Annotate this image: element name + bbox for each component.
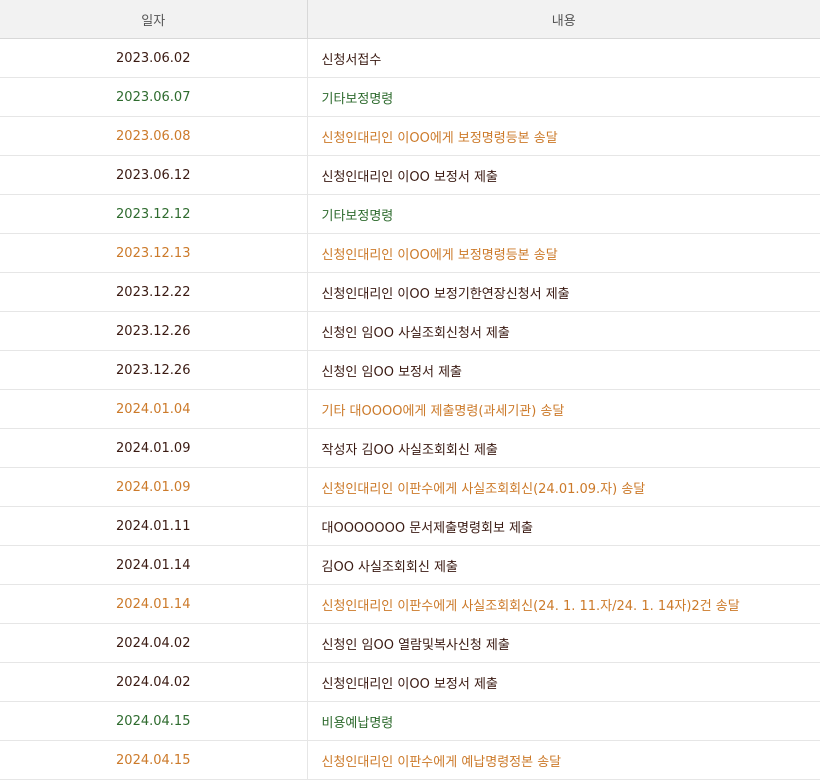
row-date: 2023.12.12 [0,194,308,234]
row-content: 신청인대리인 이판수에게 예납명령정본 송달 [307,740,820,780]
row-date: 2023.06.08 [0,116,308,156]
row-content: 신청인대리인 이OO 보정기한연장신청서 제출 [307,272,820,312]
table-row: 2024.01.11 대OOOOOOO 문서제출명령회보 제출 [0,506,820,546]
row-content: 신청인대리인 이OO에게 보정명령등본 송달 [307,116,820,156]
row-date: 2023.06.02 [0,38,308,78]
date-column-header: 일자 [0,0,307,39]
table-row: 2024.01.04 기타 대OOOO에게 제출명령(과세기관) 송달 [0,389,820,429]
row-date: 2024.01.14 [0,584,308,624]
row-content: 신청인 임OO 사실조회신청서 제출 [307,311,820,351]
row-content: 신청인대리인 이판수에게 사실조회회신(24.01.09.자) 송달 [307,467,820,507]
row-date: 2023.12.22 [0,272,308,312]
table-row: 2023.06.12 신청인대리인 이OO 보정서 제출 [0,155,820,195]
table-row: 2023.12.13 신청인대리인 이OO에게 보정명령등본 송달 [0,233,820,273]
row-content: 신청인대리인 이판수에게 사실조회회신(24. 1. 11.자/24. 1. 1… [307,584,820,624]
row-content: 신청서접수 [307,38,820,78]
row-content: 신청인 임OO 열람및복사신청 제출 [307,623,820,663]
row-date: 2023.12.26 [0,311,308,351]
table-row: 2024.04.15 비용예납명령 [0,701,820,741]
table-row: 2023.12.26 신청인 임OO 사실조회신청서 제출 [0,311,820,351]
row-content: 기타보정명령 [307,77,820,117]
table-row: 2023.06.07 기타보정명령 [0,77,820,117]
table-row: 2023.12.26 신청인 임OO 보정서 제출 [0,350,820,390]
table-row: 2023.06.08 신청인대리인 이OO에게 보정명령등본 송달 [0,116,820,156]
row-content: 기타보정명령 [307,194,820,234]
table-row: 2024.01.14 신청인대리인 이판수에게 사실조회회신(24. 1. 11.… [0,584,820,624]
row-date: 2024.01.09 [0,467,308,507]
table-row: 2024.01.14 김OO 사실조회회신 제출 [0,545,820,585]
row-content: 대OOOOOOO 문서제출명령회보 제출 [307,506,820,546]
case-progress-table: 일자 내용 2023.06.02 신청서접수 2023.06.07 기타보정명령 202… [0,0,820,780]
row-date: 2023.12.13 [0,233,308,273]
row-date: 2024.04.02 [0,623,308,663]
table-row: 2023.12.12 기타보정명령 [0,194,820,234]
table-row: 2024.01.09 작성자 김OO 사실조회회신 제출 [0,428,820,468]
row-content: 작성자 김OO 사실조회회신 제출 [307,428,820,468]
row-date: 2024.04.15 [0,740,308,780]
table-row: 2023.12.22 신청인대리인 이OO 보정기한연장신청서 제출 [0,272,820,312]
row-date: 2024.01.09 [0,428,308,468]
row-content: 김OO 사실조회회신 제출 [307,545,820,585]
row-date: 2023.06.12 [0,155,308,195]
table-header: 일자 내용 [0,0,820,39]
table-body: 2023.06.02 신청서접수 2023.06.07 기타보정명령 2023.06.0… [0,38,820,780]
table-row: 2024.04.15 신청인대리인 이판수에게 예납명령정본 송달 [0,740,820,780]
row-date: 2024.04.02 [0,662,308,702]
table-row: 2024.04.02 신청인 임OO 열람및복사신청 제출 [0,623,820,663]
row-content: 신청인대리인 이OO에게 보정명령등본 송달 [307,233,820,273]
header-row: 일자 내용 [0,0,820,39]
row-content: 기타 대OOOO에게 제출명령(과세기관) 송달 [307,389,820,429]
row-date: 2024.01.14 [0,545,308,585]
row-date: 2024.01.11 [0,506,308,546]
table-row: 2024.04.02 신청인대리인 이OO 보정서 제출 [0,662,820,702]
row-date: 2024.04.15 [0,701,308,741]
row-content: 신청인 임OO 보정서 제출 [307,350,820,390]
table-row: 2024.01.09 신청인대리인 이판수에게 사실조회회신(24.01.09.자… [0,467,820,507]
row-date: 2024.01.04 [0,389,308,429]
content-column-header: 내용 [306,0,820,39]
row-content: 비용예납명령 [307,701,820,741]
table-row: 2023.06.02 신청서접수 [0,38,820,78]
row-date: 2023.06.07 [0,77,308,117]
row-content: 신청인대리인 이OO 보정서 제출 [307,155,820,195]
row-date: 2023.12.26 [0,350,308,390]
row-content: 신청인대리인 이OO 보정서 제출 [307,662,820,702]
